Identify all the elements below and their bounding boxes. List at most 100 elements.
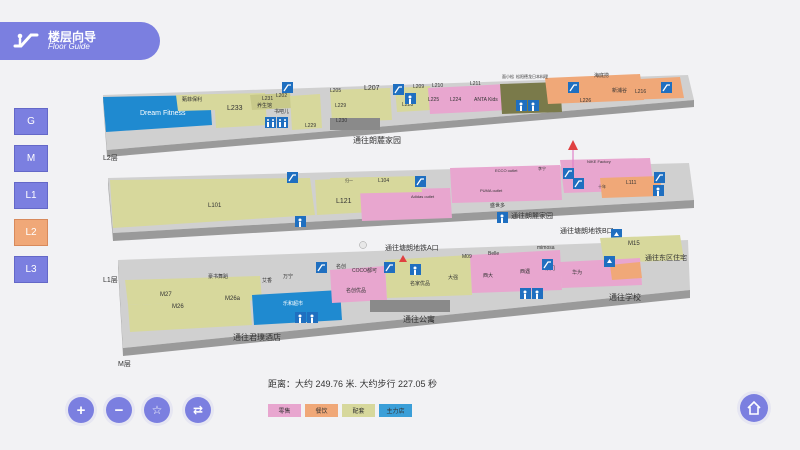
label-huawei: 华为 bbox=[572, 269, 582, 276]
label-floor-m: M层 bbox=[118, 360, 131, 368]
label-to-metro-a: 通往塘朗地铁A口 bbox=[385, 243, 439, 252]
label-haixin: 海底捞 bbox=[594, 72, 609, 79]
label-to-langlu-l1: 通往朗麓家园 bbox=[511, 211, 553, 220]
destination-marker-icon bbox=[568, 140, 578, 150]
legend-anchor[interactable]: 主力店 bbox=[379, 404, 412, 417]
current-location-icon bbox=[359, 241, 367, 249]
legend-retail[interactable]: 零售 bbox=[268, 404, 301, 417]
label-to-apartment: 通往公寓 bbox=[403, 314, 435, 324]
label-l211: L211 bbox=[470, 81, 481, 87]
label-m15: M15 bbox=[628, 241, 640, 247]
label-guiyi: 归一 bbox=[345, 177, 353, 183]
corridor-m bbox=[370, 300, 450, 312]
legend-dining[interactable]: 餐饮 bbox=[305, 404, 338, 417]
label-small2: 松阳德龙日本料理 bbox=[516, 73, 548, 79]
label-to-langlu-l2: 通往朗麓家园 bbox=[353, 135, 401, 145]
label-xida: 西大 bbox=[483, 272, 493, 279]
label-ecco: ECCO outlet bbox=[495, 168, 518, 173]
label-l233: L233 bbox=[227, 105, 243, 112]
label-to-school: 通往学校 bbox=[609, 292, 641, 302]
escalator-icon bbox=[563, 168, 574, 179]
label-to-metro-b: 通往塘朗地铁B口 bbox=[560, 226, 614, 235]
label-shu: 书吧儿 bbox=[274, 108, 289, 115]
restroom-icon bbox=[410, 264, 421, 275]
label-m26: M26 bbox=[172, 304, 184, 310]
label-bianhuo: 名家优品 bbox=[410, 280, 430, 287]
label-l231: L231 bbox=[262, 96, 273, 102]
escalator-icon bbox=[661, 82, 672, 93]
label-coco: COCO都可 bbox=[352, 268, 377, 274]
restroom-icon bbox=[516, 100, 527, 111]
escalator-icon bbox=[415, 176, 426, 187]
escalator-icon bbox=[316, 262, 327, 273]
category-legend: 零售 餐饮 配套 主力店 bbox=[268, 404, 412, 417]
escalator-icon bbox=[384, 262, 395, 273]
label-wanning: 万宁 bbox=[283, 273, 293, 280]
elevator-icon bbox=[604, 256, 615, 267]
label-l101: L101 bbox=[208, 203, 222, 209]
label-l226: L226 bbox=[580, 98, 591, 104]
label-l104: L104 bbox=[378, 178, 389, 184]
label-small1: 面小松 bbox=[502, 73, 514, 79]
swap-icon: ⇄ bbox=[192, 403, 204, 417]
label-l210: L210 bbox=[432, 83, 443, 89]
restroom-icon bbox=[532, 288, 543, 299]
label-m26a: M26a bbox=[225, 296, 241, 302]
shop-l104[interactable] bbox=[330, 176, 422, 194]
label-to-east-residence: 通往东区住宅 bbox=[645, 253, 687, 262]
label-lining: 李宁 bbox=[538, 165, 546, 171]
label-zhentu: 甄菲保利 bbox=[182, 96, 202, 103]
label-l205: L205 bbox=[330, 88, 341, 94]
label-nike: NIKE Factory bbox=[587, 159, 611, 164]
escalator-icon bbox=[542, 259, 553, 270]
label-l229b: L229 bbox=[335, 103, 346, 109]
label-supermarket: 乐和超市 bbox=[283, 300, 303, 307]
label-mimosa: mimosa bbox=[537, 245, 555, 251]
escalator-icon bbox=[654, 172, 665, 183]
label-l229a: L229 bbox=[305, 123, 316, 129]
shop-m09[interactable] bbox=[385, 255, 472, 298]
shop-l216[interactable] bbox=[620, 77, 684, 100]
label-l121: L121 bbox=[336, 198, 352, 205]
label-shengshi: 盛世多 bbox=[490, 202, 505, 209]
label-l225: L225 bbox=[428, 97, 439, 103]
label-l230: L230 bbox=[336, 118, 347, 124]
plus-icon: + bbox=[76, 401, 86, 419]
restroom-icon bbox=[265, 117, 276, 128]
label-l111: L111 bbox=[626, 180, 637, 186]
label-daqiang: 大强 bbox=[448, 274, 458, 281]
label-l209: L209 bbox=[413, 84, 424, 90]
zoom-out-button[interactable]: − bbox=[106, 397, 132, 423]
label-mizhou: 名创优品 bbox=[346, 287, 366, 294]
escalator-icon bbox=[568, 82, 579, 93]
label-xi: 西遇 bbox=[520, 268, 530, 275]
home-icon bbox=[747, 400, 761, 415]
label-puma: PUMA outlet bbox=[480, 188, 503, 193]
escalator-icon bbox=[393, 84, 404, 95]
label-mingchuang: 名创 bbox=[336, 263, 346, 270]
label-haoshu: 豪书舞蹈 bbox=[208, 273, 228, 280]
restroom-icon bbox=[295, 216, 306, 227]
label-l207: L207 bbox=[364, 85, 380, 92]
label-floor-l2: L2层 bbox=[103, 154, 118, 162]
label-shi: 十年 bbox=[598, 183, 606, 189]
label-to-hotel: 通往君璞酒店 bbox=[233, 332, 281, 342]
label-adidas: Adidas outlet bbox=[411, 194, 435, 199]
escalator-icon bbox=[573, 178, 584, 189]
favorite-button[interactable]: ☆ bbox=[144, 397, 170, 423]
escalator-icon bbox=[282, 82, 293, 93]
label-yang: 养生馆 bbox=[257, 102, 272, 109]
label-l216: L216 bbox=[635, 89, 646, 95]
label-anta: ANTA Kids bbox=[474, 97, 498, 103]
label-aixiang: 艾香 bbox=[262, 277, 272, 284]
zoom-in-button[interactable]: + bbox=[68, 397, 94, 423]
restroom-icon bbox=[277, 117, 288, 128]
label-sun: 新浦谷 bbox=[612, 87, 627, 94]
label-dream-fitness: Dream Fitness bbox=[140, 110, 186, 117]
label-floor-l1: L1层 bbox=[103, 276, 118, 284]
legend-facilities[interactable]: 配套 bbox=[342, 404, 375, 417]
restroom-icon bbox=[653, 185, 664, 196]
home-button[interactable] bbox=[740, 394, 768, 422]
label-belle: Belle bbox=[488, 251, 499, 257]
switch-button[interactable]: ⇄ bbox=[185, 397, 211, 423]
